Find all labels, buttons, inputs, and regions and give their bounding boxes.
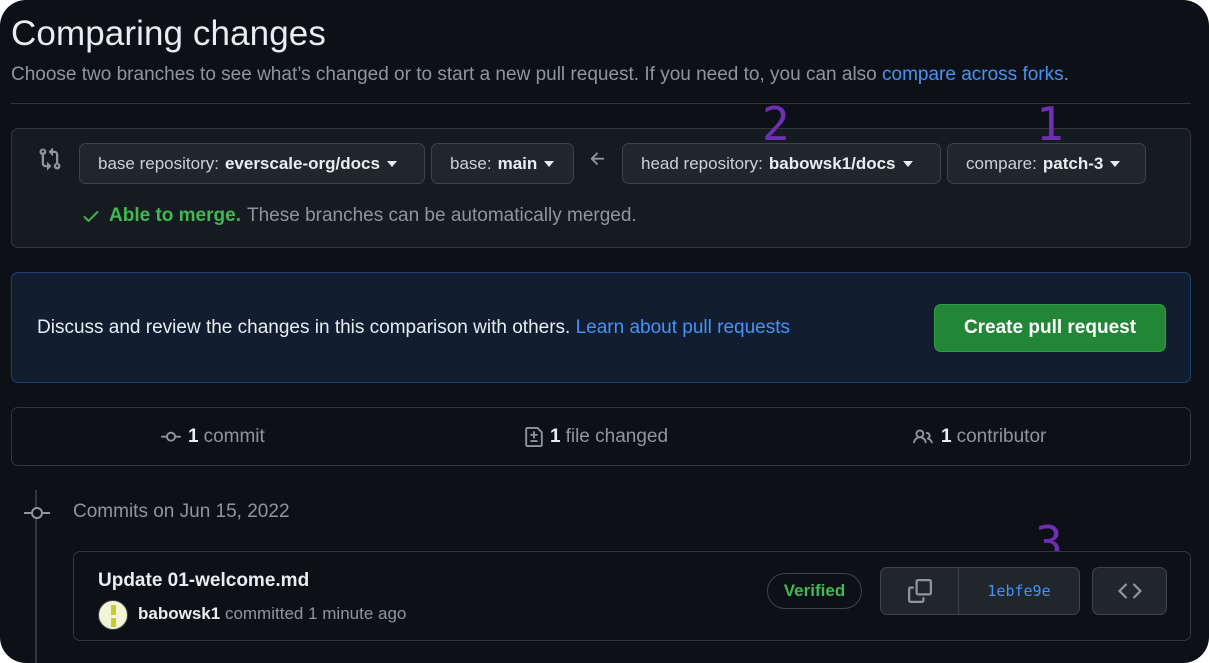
caret-down-icon <box>902 160 913 167</box>
base-branch-select[interactable]: base: main <box>431 143 574 184</box>
caret-down-icon <box>386 160 397 167</box>
annotation-one: 1 <box>1036 97 1064 151</box>
comparison-summary: 1 commit 1 file changed 1 contributor <box>11 407 1191 466</box>
subtitle-end: . <box>1063 64 1069 85</box>
people-icon <box>913 429 933 444</box>
commit-message-link[interactable]: Update 01-welcome.md <box>98 570 309 592</box>
page-subtitle: Choose two branches to see what’s change… <box>11 64 1069 86</box>
merge-status-label: Able to merge. <box>109 205 241 226</box>
annotation-two: 2 <box>762 97 790 151</box>
merge-status: Able to merge. These branches can be aut… <box>81 205 637 227</box>
base-repository-label: base repository: <box>98 153 219 173</box>
commits-label: commit <box>203 426 265 447</box>
code-icon <box>1117 583 1142 599</box>
commit-icon <box>24 507 50 519</box>
discuss-banner: Discuss and review the changes in this c… <box>11 272 1191 383</box>
avatar[interactable] <box>98 600 128 630</box>
discuss-text-line: Discuss and review the changes in this c… <box>37 317 790 339</box>
copy-icon <box>907 579 932 603</box>
browse-repository-button[interactable] <box>1092 567 1167 615</box>
files-changed-stat-tab[interactable]: 1 file changed <box>524 426 668 448</box>
caret-down-icon <box>544 160 555 167</box>
contributors-label: contributor <box>956 426 1047 447</box>
base-repository-select[interactable]: base repository: everscale-org/docs <box>79 143 425 184</box>
commit-icon <box>161 431 181 442</box>
header-divider <box>11 103 1191 104</box>
commits-count: 1 <box>188 426 199 447</box>
caret-down-icon <box>1110 160 1121 167</box>
compare-branch-label: compare: <box>966 153 1037 173</box>
commit-action: committed <box>224 604 304 623</box>
commit-time: 1 minute ago <box>308 604 407 623</box>
contributors-count: 1 <box>941 426 952 447</box>
head-repository-value: babowsk1/docs <box>768 153 896 173</box>
commit-sha-group: 1ebfe9e <box>880 567 1080 615</box>
files-count: 1 <box>550 426 561 447</box>
contributors-stat-tab[interactable]: 1 contributor <box>911 426 1046 448</box>
file-diff-icon <box>525 427 543 447</box>
create-pull-request-button[interactable]: Create pull request <box>934 304 1166 352</box>
commits-stat-tab[interactable]: 1 commit <box>160 426 265 448</box>
subtitle-text: Choose two branches to see what’s change… <box>11 64 883 85</box>
commit-sha-link[interactable]: 1ebfe9e <box>959 568 1079 614</box>
verified-badge[interactable]: Verified <box>767 573 862 609</box>
discuss-text: Discuss and review the changes in this c… <box>37 317 571 338</box>
files-label: file changed <box>565 426 669 447</box>
base-repository-value: everscale-org/docs <box>224 153 380 173</box>
merge-status-detail: These branches can be automatically merg… <box>246 205 637 226</box>
page-title: Comparing changes <box>11 14 326 53</box>
compare-across-forks-link[interactable]: compare across forks <box>882 64 1064 85</box>
copy-sha-button[interactable] <box>881 568 959 614</box>
base-branch-label: base: <box>450 153 492 173</box>
learn-about-pull-requests-link[interactable]: Learn about pull requests <box>576 317 790 338</box>
range-editor: base repository: everscale-org/docs base… <box>11 128 1191 248</box>
head-repository-label: head repository: <box>641 153 763 173</box>
base-branch-value: main <box>497 153 538 173</box>
commit-list-item: Update 01-welcome.md babowsk1 committed … <box>73 551 1191 641</box>
compare-page: Comparing changes Choose two branches to… <box>0 0 1209 663</box>
commits-date-heading: Commits on Jun 15, 2022 <box>73 501 290 522</box>
commit-author-link[interactable]: babowsk1 <box>138 604 220 623</box>
git-compare-icon <box>39 147 61 171</box>
compare-branch-value: patch-3 <box>1042 153 1104 173</box>
arrow-left-icon <box>590 152 605 165</box>
check-icon <box>83 211 99 222</box>
commit-author-line: babowsk1 committed 1 minute ago <box>138 604 406 624</box>
